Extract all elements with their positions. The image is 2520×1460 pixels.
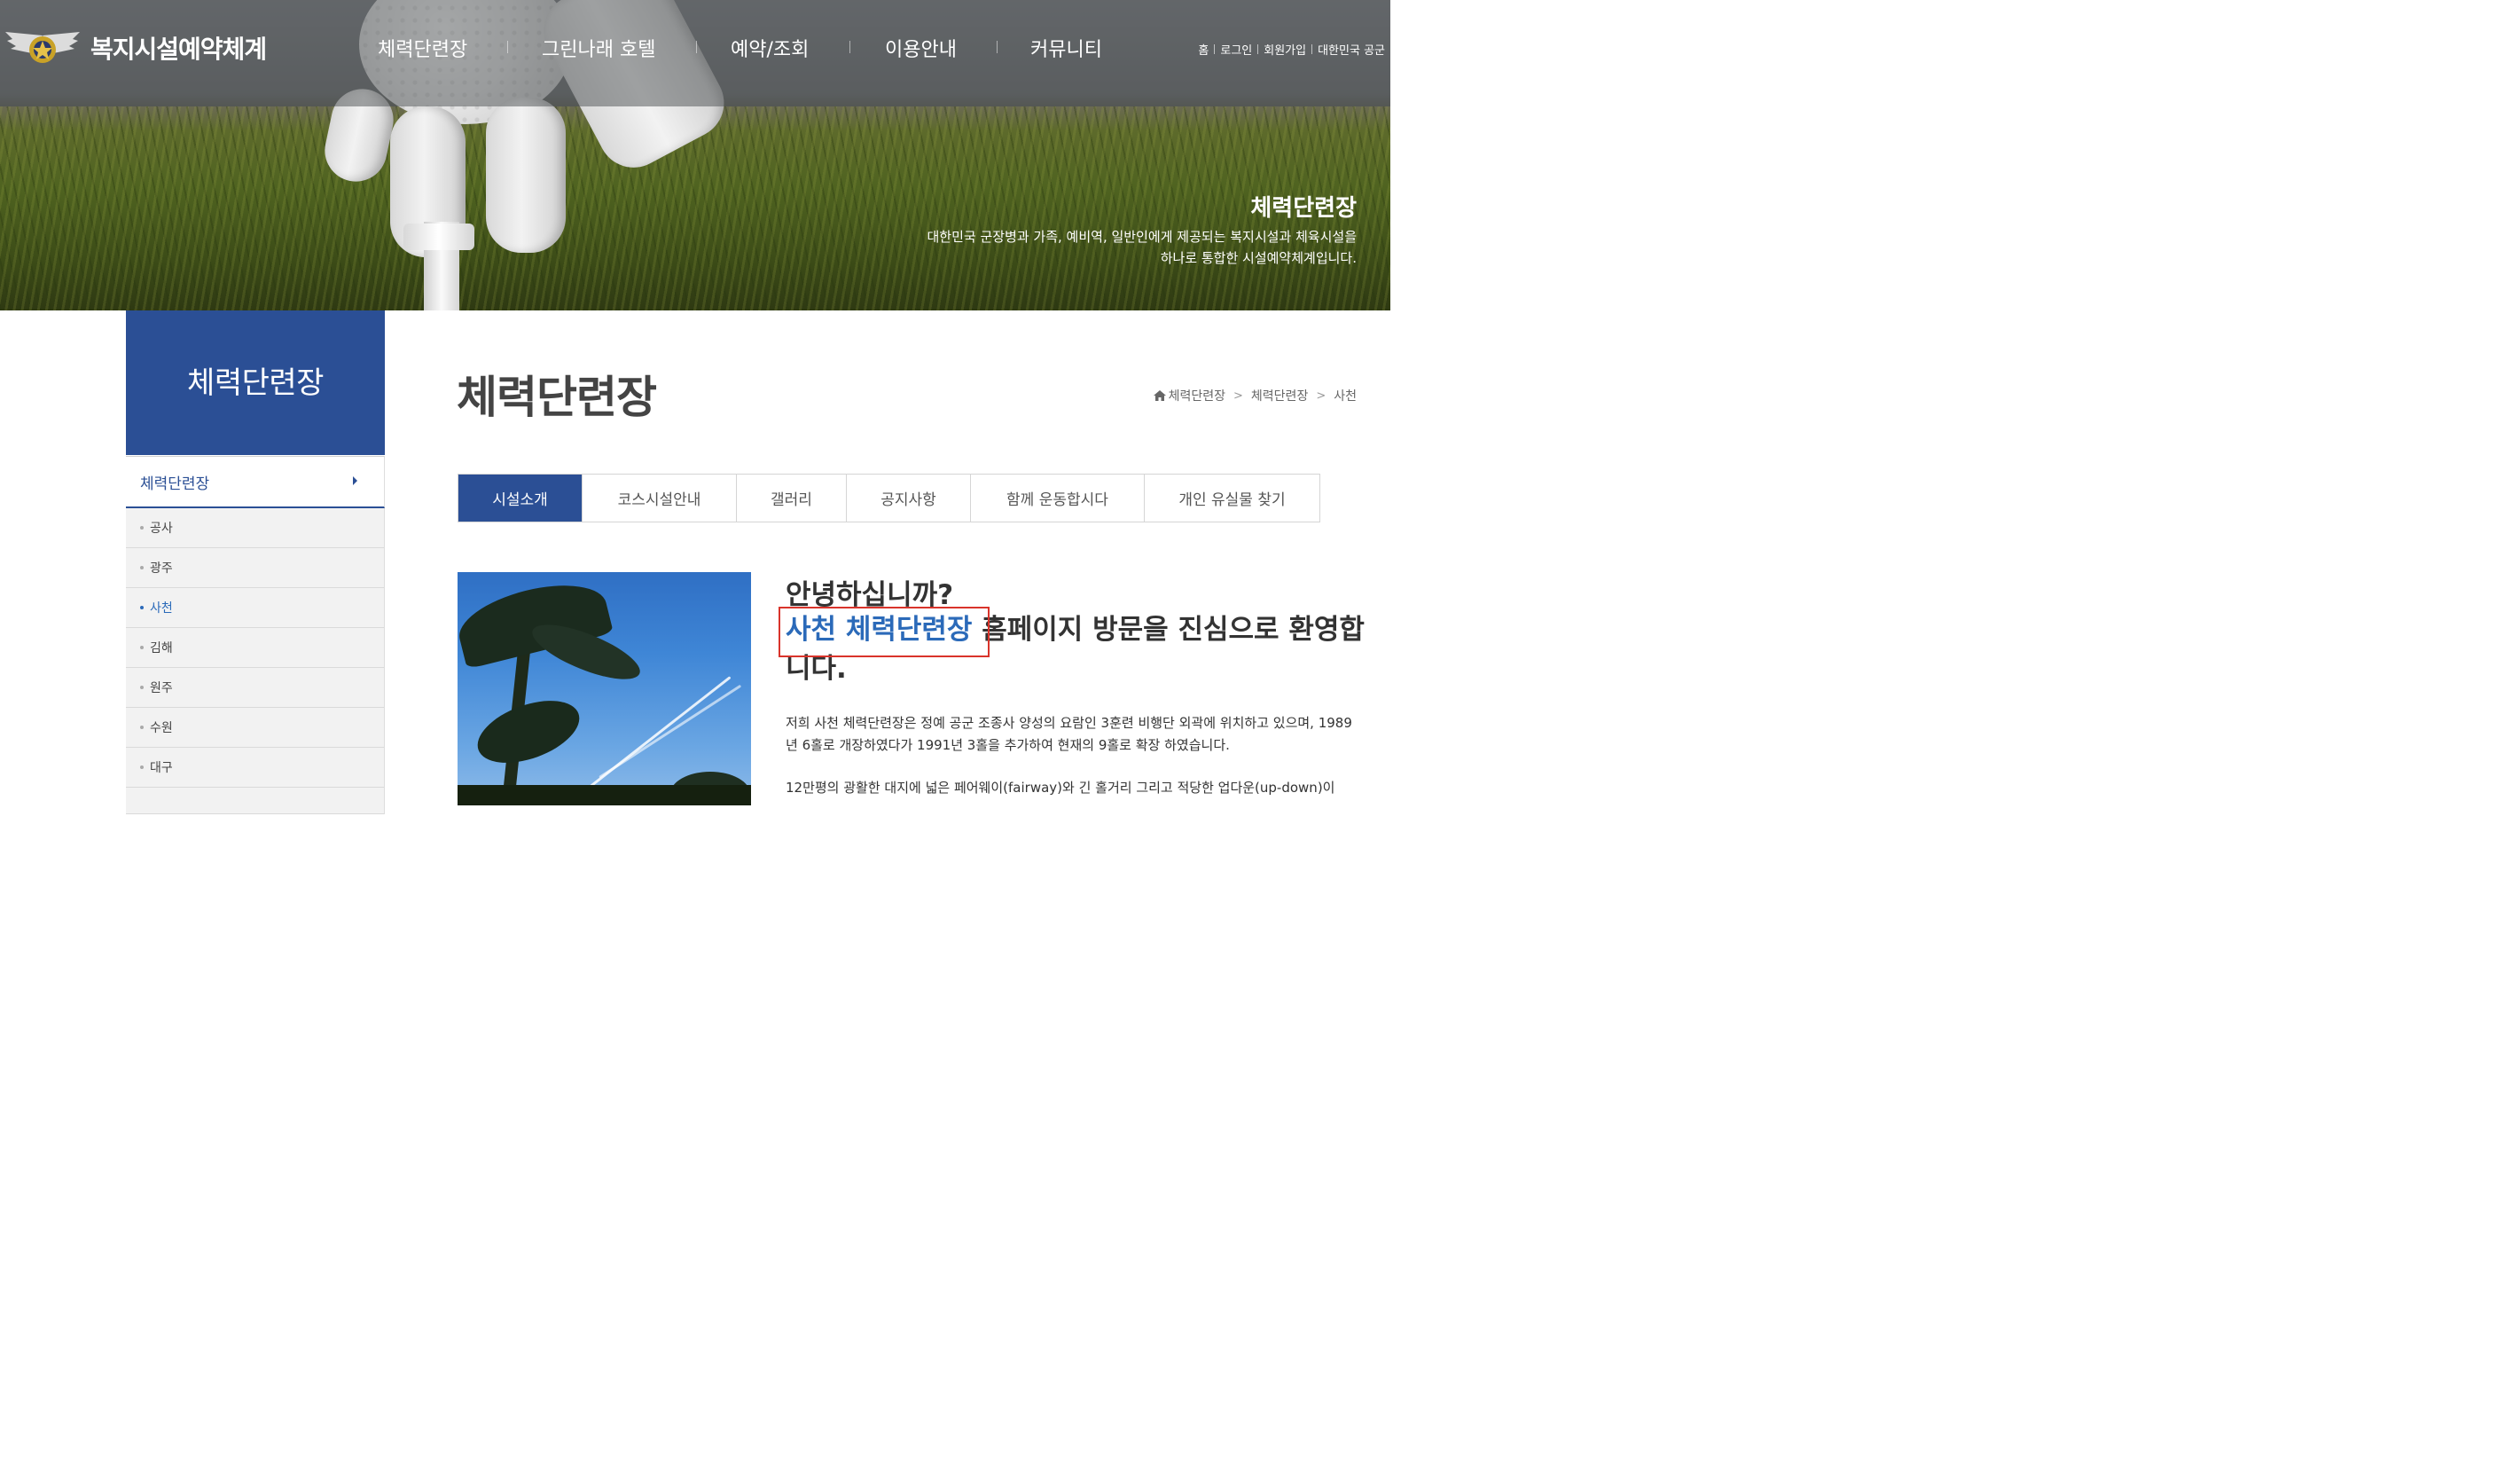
sidebar-item-label: 광주 bbox=[150, 561, 173, 576]
nav-item-fitness[interactable]: 체력단련장 bbox=[378, 34, 467, 62]
chevron-right-icon bbox=[353, 476, 357, 485]
intro-paragraph: 저희 사천 체력단련장은 정예 공군 조종사 양성의 요람인 3훈련 비행단 외… bbox=[786, 715, 1352, 753]
bullet-icon bbox=[140, 765, 144, 769]
tab-notice[interactable]: 공지사항 bbox=[846, 475, 970, 522]
annotation-highlight-box bbox=[779, 607, 990, 657]
breadcrumb-item[interactable]: 체력단련장 bbox=[1251, 387, 1308, 404]
hero-banner: 복지시설예약체계 체력단련장 그린나래 호텔 예약/조회 이용안내 커뮤니티 홈… bbox=[0, 0, 1390, 310]
glove-finger-image bbox=[486, 98, 566, 253]
tab-exercise-together[interactable]: 함께 운동합시다 bbox=[970, 475, 1144, 522]
nav-separator bbox=[849, 41, 850, 53]
sidebar-item-label: 김해 bbox=[150, 641, 173, 655]
page-title: 체력단련장 bbox=[457, 372, 657, 423]
sidebar-item-label: 원주 bbox=[150, 681, 173, 695]
utility-links: 홈 로그인 회원가입 대한민국 공군 bbox=[1198, 41, 1385, 58]
sidebar-item-label: 대구 bbox=[150, 761, 173, 775]
content-tabs: 시설소개 코스시설안내 갤러리 공지사항 함께 운동합시다 개인 유실물 찾기 bbox=[458, 474, 1320, 522]
sidebar-item-sacheon[interactable]: 사천 bbox=[126, 588, 384, 628]
sidebar-item-gongsa[interactable]: 공사 bbox=[126, 508, 384, 548]
sidebar-item-label: 수원 bbox=[150, 721, 173, 735]
bullet-icon bbox=[140, 726, 144, 729]
intro-paragraph: 12만평의 광활한 대지에 넓은 페어웨이(fairway)와 긴 홀거리 그리… bbox=[786, 780, 1335, 796]
hero-desc-line: 대한민국 군장병과 가족, 예비역, 일반인에게 제공되는 복지시설과 체육시설… bbox=[927, 229, 1357, 245]
sidebar-item-label: 사천 bbox=[150, 601, 173, 616]
nav-item-guide[interactable]: 이용안내 bbox=[885, 34, 957, 62]
sidebar-list: 공사 광주 사천 김해 원주 수원 대구 bbox=[126, 508, 385, 814]
nav-item-hotel[interactable]: 그린나래 호텔 bbox=[542, 34, 655, 62]
tab-facility-intro[interactable]: 시설소개 bbox=[458, 475, 582, 522]
hero-description: 대한민국 군장병과 가족, 예비역, 일반인에게 제공되는 복지시설과 체육시설… bbox=[860, 226, 1357, 269]
sidebar-item-partial[interactable] bbox=[126, 788, 384, 814]
sidebar-item-label: 공사 bbox=[150, 522, 173, 536]
nav-item-reservation[interactable]: 예약/조회 bbox=[731, 34, 809, 62]
bullet-icon bbox=[140, 526, 144, 530]
bullet-icon bbox=[140, 686, 144, 689]
breadcrumb-item-current: 사천 bbox=[1334, 389, 1357, 404]
util-signup-link[interactable]: 회원가입 bbox=[1264, 41, 1306, 58]
sidebar-item-gimhae[interactable]: 김해 bbox=[126, 628, 384, 668]
bullet-icon bbox=[140, 606, 144, 609]
home-icon[interactable] bbox=[1153, 390, 1166, 401]
bullet-icon bbox=[140, 646, 144, 649]
sidebar-header: 체력단련장 bbox=[126, 310, 385, 455]
sidebar-section-fitness[interactable]: 체력단련장 bbox=[126, 456, 385, 508]
nav-separator bbox=[696, 41, 697, 53]
breadcrumb-item[interactable]: 체력단련장 bbox=[1169, 387, 1225, 404]
nav-separator bbox=[507, 41, 508, 53]
sidebar-section-label: 체력단련장 bbox=[140, 475, 210, 493]
golf-tee-head-image bbox=[403, 224, 474, 250]
tab-lost-and-found[interactable]: 개인 유실물 찾기 bbox=[1144, 475, 1319, 522]
facility-photo bbox=[458, 572, 751, 805]
chevron-right-icon: > bbox=[1233, 389, 1243, 403]
hero-desc-line: 하나로 통합한 시설예약체계입니다. bbox=[1160, 250, 1357, 266]
nav-separator bbox=[997, 41, 998, 53]
site-title[interactable]: 복지시설예약체계 bbox=[90, 30, 267, 66]
util-airforce-link[interactable]: 대한민국 공군 bbox=[1318, 41, 1385, 58]
tab-course-info[interactable]: 코스시설안내 bbox=[582, 475, 736, 522]
air-force-emblem-icon[interactable] bbox=[4, 27, 82, 69]
sidebar-item-wonju[interactable]: 원주 bbox=[126, 668, 384, 708]
util-login-link[interactable]: 로그인 bbox=[1220, 41, 1252, 58]
sidebar-item-daegu[interactable]: 대구 bbox=[126, 748, 384, 788]
breadcrumb: 체력단련장 > 체력단련장 > 사천 bbox=[1153, 387, 1357, 404]
sidebar-item-gwangju[interactable]: 광주 bbox=[126, 548, 384, 588]
bullet-icon bbox=[140, 566, 144, 569]
nav-item-community[interactable]: 커뮤니티 bbox=[1030, 34, 1102, 62]
sidebar-item-suwon[interactable]: 수원 bbox=[126, 708, 384, 748]
chevron-right-icon: > bbox=[1316, 389, 1327, 403]
hero-title: 체력단련장 bbox=[1250, 195, 1357, 222]
tab-gallery[interactable]: 갤러리 bbox=[736, 475, 846, 522]
util-home-link[interactable]: 홈 bbox=[1198, 41, 1209, 58]
sidebar-title: 체력단련장 bbox=[187, 365, 324, 401]
